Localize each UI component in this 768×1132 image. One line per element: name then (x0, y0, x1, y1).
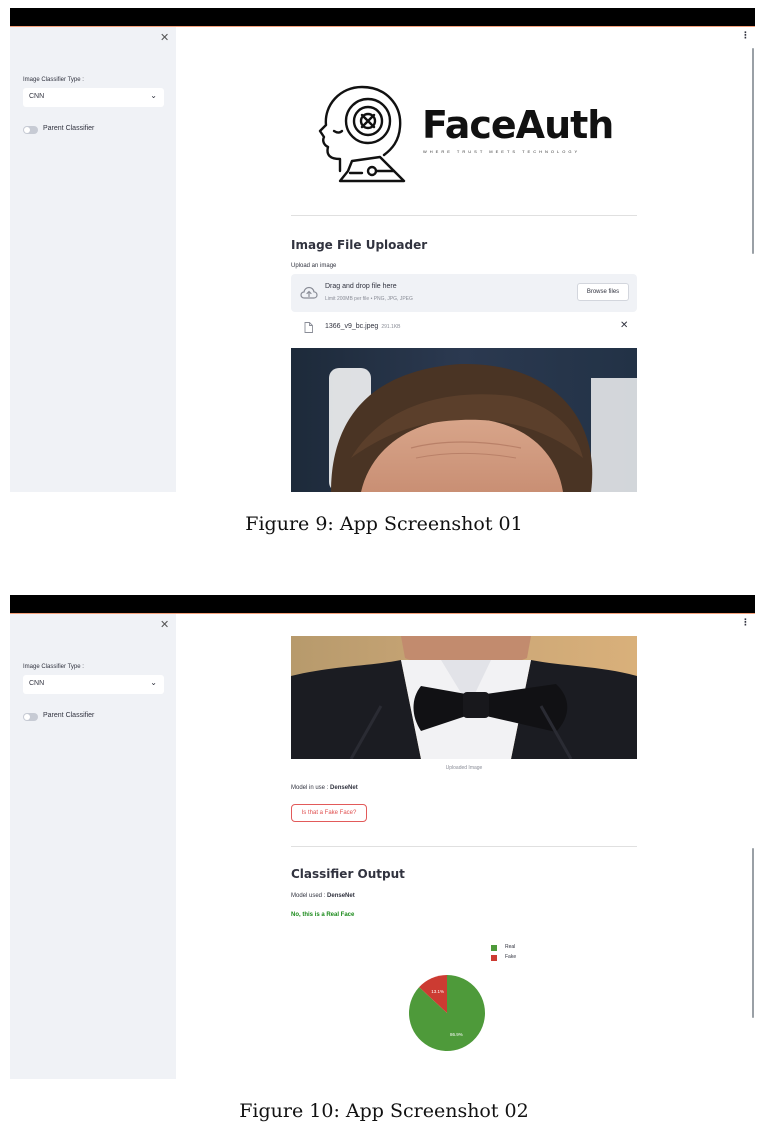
logo-title: FaceAuth (422, 103, 614, 147)
classifier-type-select[interactable]: CNN ⌄ (23, 88, 164, 107)
model-used-line: Model used : DenseNet (291, 893, 355, 899)
faceauth-logo-icon (318, 85, 406, 183)
cloud-upload-icon (300, 286, 318, 299)
classifier-type-label: Image Classifier Type : (23, 664, 84, 670)
model-used-value: DenseNet (327, 893, 355, 899)
image-caption: Uploaded Image (445, 765, 483, 771)
browse-files-button[interactable]: Browse files (577, 283, 629, 301)
parent-classifier-toggle[interactable] (23, 126, 38, 134)
file-name: 1366_v9_bc.jpeg 291.1KB (325, 323, 401, 330)
app-screenshot-1: ✕ Image Classifier Type : CNN ⌄ Parent C… (10, 8, 755, 492)
close-icon[interactable]: ✕ (160, 31, 169, 44)
model-in-use-line: Model in use : DenseNet (291, 785, 358, 791)
chevron-down-icon: ⌄ (150, 91, 157, 100)
classifier-type-select[interactable]: CNN ⌄ (23, 675, 164, 694)
browser-top-bar (10, 595, 755, 613)
dropzone-title: Drag and drop file here (325, 283, 397, 290)
dropzone-limit: Limit 200MB per file • PNG, JPG, JPEG (325, 296, 413, 302)
file-name-text: 1366_v9_bc.jpeg (325, 323, 379, 330)
legend-swatch-fake (491, 955, 497, 961)
main-content: Uploaded Image Model in use : DenseNet I… (176, 614, 755, 1079)
browser-top-bar (10, 8, 755, 26)
classification-result: No, this is a Real Face (291, 912, 355, 918)
main-content: FaceAuth WHERE TRUST MEETS TECHNOLOGY Im… (176, 27, 755, 492)
figure-9-caption: Figure 9: App Screenshot 01 (245, 513, 523, 535)
uploaded-photo-image (291, 348, 637, 492)
section-divider (291, 215, 637, 216)
parent-classifier-label: Parent Classifier (43, 712, 95, 719)
file-size: 291.1KB (381, 324, 401, 330)
pie-label-fake: 13.1% (431, 989, 444, 994)
close-icon[interactable]: ✕ (160, 618, 169, 631)
toggle-knob (24, 714, 30, 720)
model-in-use-value: DenseNet (330, 785, 358, 791)
classifier-type-label: Image Classifier Type : (23, 77, 84, 83)
model-used-label: Model used : (291, 893, 328, 899)
uploaded-photo-image (291, 636, 637, 759)
remove-file-icon[interactable]: ✕ (620, 320, 628, 331)
classifier-type-value: CNN (29, 93, 45, 100)
uploaded-photo (291, 636, 637, 759)
model-in-use-label: Model in use : (291, 785, 331, 791)
file-dropzone[interactable]: Drag and drop file here Limit 200MB per … (291, 274, 637, 312)
legend-label-real: Real (505, 944, 516, 950)
uploaded-photo (291, 348, 637, 492)
parent-classifier-label: Parent Classifier (43, 125, 95, 132)
pie-label-real: 86.9% (450, 1032, 463, 1037)
check-fake-face-button[interactable]: Is that a Fake Face? (291, 804, 367, 822)
upload-field-label: Upload an image (291, 263, 337, 269)
parent-classifier-toggle[interactable] (23, 713, 38, 721)
toggle-knob (24, 127, 30, 133)
chevron-down-icon: ⌄ (150, 678, 157, 687)
legend-label-fake: Fake (505, 954, 517, 960)
app-screenshot-2: ✕ Image Classifier Type : CNN ⌄ Parent C… (10, 595, 755, 1079)
logo-tagline: WHERE TRUST MEETS TECHNOLOGY (423, 149, 581, 154)
classifier-output-heading: Classifier Output (291, 867, 405, 881)
uploader-heading: Image File Uploader (291, 238, 428, 252)
figure-10-caption: Figure 10: App Screenshot 02 (239, 1100, 529, 1122)
section-divider (291, 846, 637, 847)
uploaded-file-row: 1366_v9_bc.jpeg 291.1KB ✕ (291, 320, 637, 336)
sidebar: ✕ Image Classifier Type : CNN ⌄ Parent C… (10, 27, 176, 492)
classifier-pie-chart: 86.9% 13.1% (409, 975, 485, 1051)
classifier-type-value: CNN (29, 680, 45, 687)
sidebar: ✕ Image Classifier Type : CNN ⌄ Parent C… (10, 614, 176, 1079)
legend-swatch-real (491, 945, 497, 951)
file-icon (304, 322, 313, 333)
